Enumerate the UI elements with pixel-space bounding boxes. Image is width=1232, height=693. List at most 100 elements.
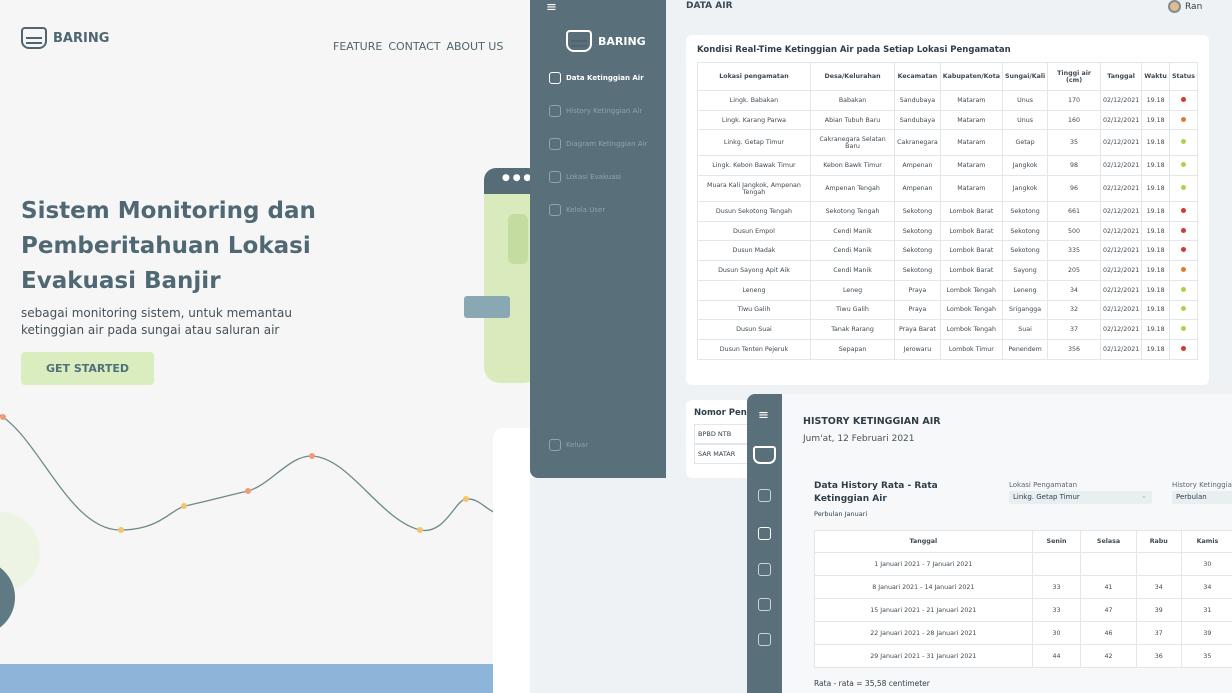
table-cell: Tiwu Galih [809,299,896,321]
landing-logo[interactable]: BARING [21,27,109,49]
table-cell: Sekotong [894,260,941,281]
table-cell: Lombok Tengah [939,299,1003,321]
history-icon[interactable] [758,527,771,540]
user-icon [549,203,561,216]
table-cell [1168,299,1199,321]
sidebar-item-label: Data Ketinggian Air [566,73,644,82]
table-cell: Lingk. Kebon Bawak Timur [697,155,811,177]
column-header: Waktu [1141,62,1170,91]
lokasi-select[interactable]: Linkg. Getap Timur ⌄ [1009,491,1152,504]
table-cell: Kebon Bawk Timur [809,155,896,177]
table-cell: 37 [1047,319,1101,340]
menu-icon[interactable]: ≡ [758,408,769,423]
history-card-subtitle: Perbulan Januari [814,510,868,518]
table-cell: Lombok Barat [939,240,1003,262]
table-cell: Lombok Barat [939,201,1003,222]
table-cell: Praya [894,279,941,301]
table-cell: Praya [894,299,941,321]
table-cell: Suai [1001,319,1049,340]
status-dot [1180,286,1186,292]
nav-about[interactable]: ABOUT US [446,40,503,53]
table-cell: 36 [1135,644,1182,668]
table-cell: Sekotong [894,220,941,242]
table-cell [1168,279,1199,301]
realtime-card-title: Kondisi Real-Time Ketinggian Air pada Se… [697,45,1011,55]
decorative-wave [0,414,500,533]
average-text: Rata - rata = 35,58 centimeter [814,679,930,688]
table-cell: 39 [1135,598,1182,622]
sidebar-brand-name: BARING [598,34,646,48]
table-row: Muara Kali Jangkok, Ampenan Tengah Ampena… [697,175,1199,203]
table-cell: Mataram [939,175,1003,203]
water-level-icon[interactable] [758,489,771,502]
table-cell [1031,552,1082,576]
history-table: Tanggal Senin Selasa Rabu Kamis 1 Januari 202… [814,530,1232,668]
table-cell: 02/12/2021 [1099,319,1143,340]
table-cell: 1 Januari 2021 - 7 Januari 2021 [814,552,1033,576]
column-header: Kabupaten/Kota [939,62,1003,91]
baring-logo-icon [21,27,47,49]
column-header: Selasa [1080,530,1137,553]
table-cell [1168,109,1199,131]
table-row: 22 Januari 2021 - 28 Januari 2021 30 46 37 3… [814,621,1232,645]
location-icon[interactable] [758,598,771,611]
table-cell: Mataram [939,155,1003,177]
status-dot [1180,227,1186,233]
phone-bar-illustration [508,214,528,264]
sidebar-item-lokasi-evakuasi[interactable]: Lokasi Evakuasi [530,160,666,193]
table-cell: Getap [1001,129,1049,157]
table-cell [1135,552,1182,576]
sidebar-item-label: Kelola User [566,205,606,214]
table-cell: Penendem [1001,338,1049,360]
chart-icon[interactable] [758,563,771,576]
table-cell: Sepapan [809,338,896,360]
table-cell: 335 [1047,240,1101,262]
table-row: Lingk. Babakan Babakan Sandubaya Mataram Unu… [697,90,1199,111]
table-cell: Mataram [939,90,1003,111]
table-cell: 19.18 [1141,201,1170,222]
sidebar-item-data-ketinggian-air[interactable]: Data Ketinggian Air [530,61,666,94]
status-dot [1180,207,1186,213]
table-cell: 96 [1047,175,1101,203]
table-cell: 44 [1031,644,1082,668]
table-cell: 02/12/2021 [1099,279,1143,301]
table-cell: 42 [1080,644,1137,668]
table-cell: 31 [1180,598,1232,622]
nav-contact[interactable]: CONTACT [388,40,440,53]
table-cell: Cakranegara Selatan Baru [809,129,896,157]
sidebar-item-diagram[interactable]: Diagram Ketinggian Air [530,127,666,160]
table-cell: Unus [1001,109,1049,131]
table-cell: 02/12/2021 [1099,240,1143,262]
table-row: Dusun Sayong Apit Aik Cendi Manik Sekotong… [697,260,1199,281]
table-cell: 33 [1031,598,1082,622]
table-cell [1168,129,1199,157]
menu-icon[interactable]: ≡ [546,0,557,15]
sidebar-item-history[interactable]: History Ketinggian Air [530,94,666,127]
table-cell: Lingk. Babakan [697,90,811,111]
history-type-value: Perbulan [1176,493,1207,501]
user-menu[interactable]: Ran [1168,0,1202,13]
nav-feature[interactable]: FEATURE [333,40,382,53]
table-cell: Lombok Timur [939,338,1003,360]
table-cell: Dusun Suai [697,319,811,340]
table-cell: 30 [1180,552,1232,576]
table-cell: Jangkok [1001,155,1049,177]
table-cell: 34 [1135,575,1182,599]
get-started-button[interactable]: GET STARTED [21,352,154,385]
table-cell: Ampenan Tengah [809,175,896,203]
table-cell: 19.18 [1141,279,1170,301]
table-cell [1168,175,1199,203]
user-icon[interactable] [758,633,771,646]
table-cell [1168,220,1199,242]
table-cell: 35 [1047,129,1101,157]
table-cell: 19.18 [1141,220,1170,242]
sidebar-item-kelola-user[interactable]: Kelola User [530,193,666,226]
table-cell: 19.18 [1141,175,1170,203]
table-cell: 356 [1047,338,1101,360]
user-name: Ran [1185,1,1203,12]
table-cell: 19.18 [1141,90,1170,111]
table-row: Dusun Empol Cendi Manik Sekotong Lombok Bar… [697,220,1199,242]
logout-button[interactable]: Keluar [530,428,588,461]
history-type-select[interactable]: Perbulan [1172,491,1232,504]
sidebar-item-label: History Ketinggian Air [566,106,643,115]
